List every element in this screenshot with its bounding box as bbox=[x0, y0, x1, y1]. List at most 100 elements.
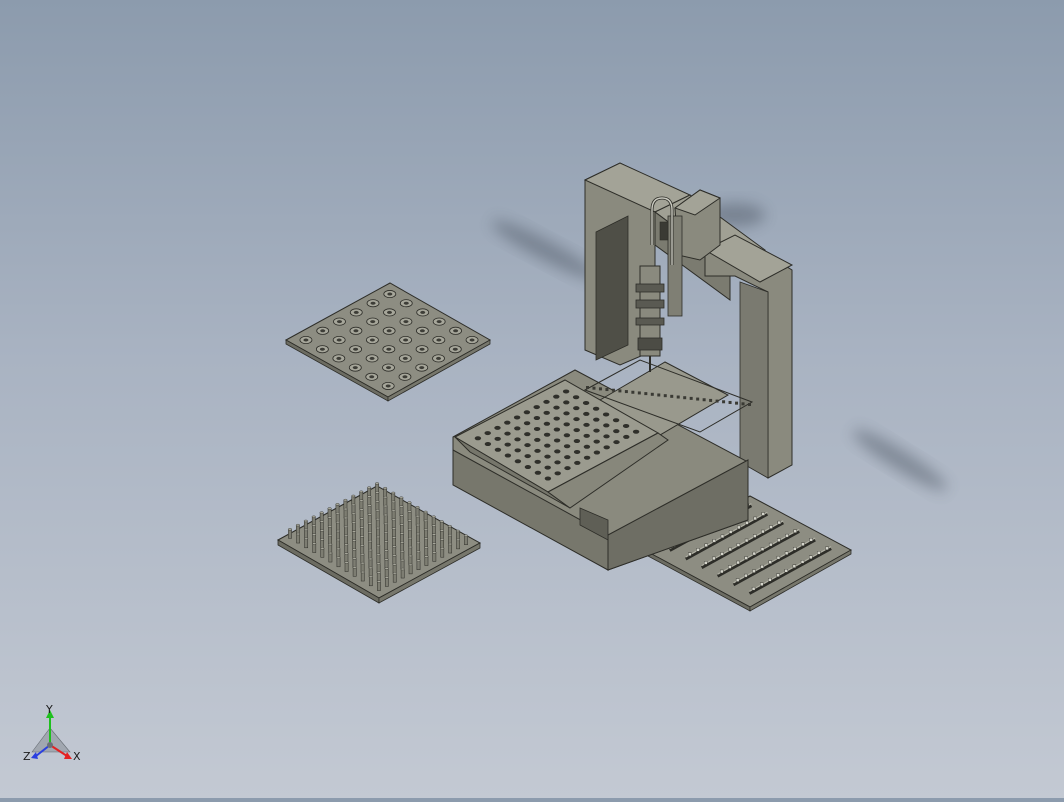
tray-hole bbox=[564, 466, 571, 471]
pin bbox=[359, 509, 364, 519]
tray-hole bbox=[484, 431, 491, 436]
pin bbox=[328, 526, 332, 536]
cad-viewport[interactable]: Y Z X bbox=[0, 0, 1064, 798]
rail-block bbox=[800, 560, 805, 564]
pin-top bbox=[320, 529, 325, 532]
rail-block bbox=[704, 543, 708, 548]
pin-top bbox=[344, 552, 349, 555]
rail-tick bbox=[592, 386, 596, 390]
pin-top bbox=[375, 517, 380, 521]
pin bbox=[375, 501, 380, 511]
plate-hole-center bbox=[403, 320, 409, 324]
tray-hole bbox=[613, 440, 620, 445]
pin bbox=[415, 515, 420, 526]
tray-hole bbox=[603, 423, 610, 428]
rail-block bbox=[776, 555, 781, 560]
pin-top bbox=[375, 500, 380, 503]
pin bbox=[376, 527, 380, 538]
rail-tick bbox=[683, 396, 687, 400]
pin-top bbox=[312, 533, 317, 536]
plate-hole-center bbox=[353, 310, 359, 314]
pin bbox=[423, 511, 428, 522]
rail-tick bbox=[696, 397, 700, 401]
pin bbox=[351, 522, 356, 532]
pin-top bbox=[399, 523, 404, 526]
pin bbox=[424, 547, 429, 557]
plate-hole-center bbox=[320, 329, 326, 333]
plate-hole-center bbox=[369, 338, 375, 342]
pin bbox=[400, 533, 404, 543]
rail-tick bbox=[728, 400, 732, 404]
axis-triad[interactable]: Y Z X bbox=[23, 703, 81, 763]
pin bbox=[360, 545, 365, 555]
pin-top bbox=[327, 516, 332, 519]
pin bbox=[303, 520, 308, 531]
pin bbox=[343, 508, 348, 519]
pin-top bbox=[376, 571, 381, 574]
pin-top bbox=[456, 538, 461, 542]
rail-tick bbox=[586, 386, 589, 389]
pin bbox=[352, 540, 357, 550]
pin-top bbox=[416, 532, 421, 536]
pin bbox=[384, 550, 389, 560]
pin-top bbox=[424, 537, 429, 540]
pin-top bbox=[384, 576, 389, 579]
pin bbox=[376, 572, 381, 582]
plate-hole-center bbox=[353, 347, 359, 351]
pin bbox=[391, 510, 396, 521]
pin bbox=[383, 505, 388, 516]
rail-block bbox=[735, 578, 740, 582]
pin bbox=[320, 548, 325, 558]
pin-top bbox=[391, 500, 396, 504]
tray-hole bbox=[494, 425, 501, 430]
pin-top bbox=[376, 580, 381, 583]
rail-tick bbox=[676, 395, 680, 399]
tray-hole bbox=[504, 442, 511, 447]
pin bbox=[384, 532, 388, 543]
tray-hole bbox=[563, 411, 570, 416]
plate-hole-center bbox=[403, 338, 409, 342]
tray-hole bbox=[523, 410, 531, 415]
pin-top bbox=[415, 523, 420, 527]
pin bbox=[383, 514, 388, 525]
pin bbox=[399, 515, 404, 525]
pin-top bbox=[408, 545, 413, 549]
pin-top bbox=[383, 487, 388, 490]
rail-tick bbox=[644, 392, 648, 396]
pin-top bbox=[376, 562, 381, 565]
pin bbox=[359, 518, 364, 528]
rail-tick bbox=[689, 396, 693, 400]
rail-tick bbox=[663, 394, 667, 398]
pin-top bbox=[320, 538, 325, 541]
pin bbox=[336, 557, 341, 568]
pin bbox=[408, 528, 412, 539]
pin-top bbox=[368, 575, 373, 578]
pin bbox=[368, 540, 373, 551]
rail-block bbox=[760, 547, 765, 551]
rail-block bbox=[809, 538, 813, 542]
pin bbox=[464, 535, 468, 545]
pin-top bbox=[360, 535, 365, 538]
pin-top bbox=[440, 538, 445, 541]
pin-top bbox=[336, 529, 341, 533]
rail-block bbox=[761, 512, 765, 516]
pin-top bbox=[344, 534, 349, 537]
rail-block bbox=[736, 543, 741, 547]
pin-plate[interactable] bbox=[276, 482, 482, 604]
pin bbox=[367, 514, 372, 524]
pin-top bbox=[440, 547, 445, 550]
pin bbox=[391, 492, 396, 503]
pin-top bbox=[343, 507, 348, 511]
tray-hole bbox=[553, 438, 561, 443]
rail-block bbox=[793, 547, 797, 551]
round-hole-plate[interactable] bbox=[284, 282, 492, 402]
pin-top bbox=[295, 523, 300, 527]
pin-top bbox=[464, 534, 469, 537]
tray-hole bbox=[593, 450, 601, 455]
pin bbox=[407, 502, 412, 512]
rail-block bbox=[720, 534, 725, 539]
model-canvas[interactable]: Y Z X bbox=[0, 0, 1064, 798]
pin-top bbox=[408, 554, 413, 558]
tray-hole bbox=[534, 459, 541, 464]
pin bbox=[360, 536, 364, 546]
